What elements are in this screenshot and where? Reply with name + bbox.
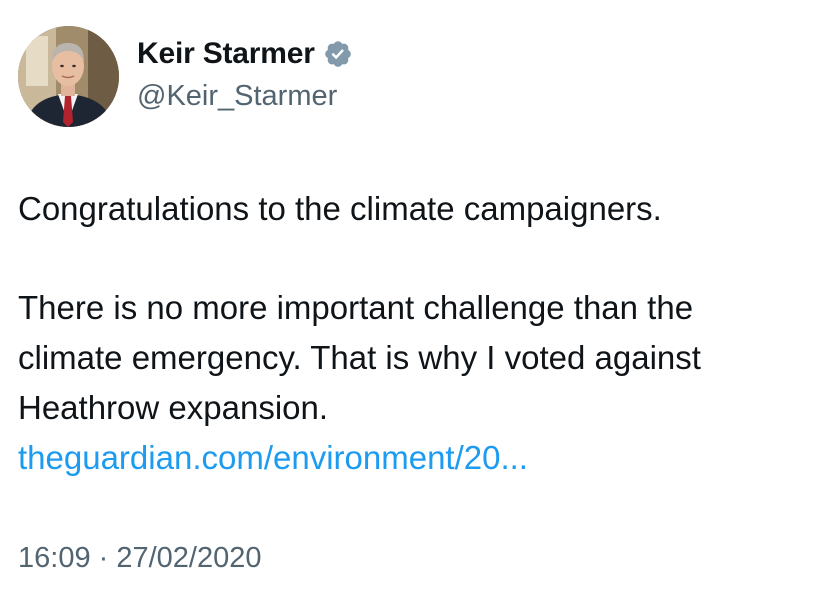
tweet-time[interactable]: 16:09 <box>18 542 91 574</box>
author-name-row[interactable]: Keir Starmer <box>137 36 353 72</box>
avatar[interactable] <box>18 26 119 127</box>
tweet-text: Congratulations to the climate campaigne… <box>18 184 818 483</box>
author-handle[interactable]: @Keir_Starmer <box>137 78 337 114</box>
tweet-date[interactable]: 27/02/2020 <box>116 542 261 574</box>
tweet-paragraph-2-line-1: There is no more important challenge tha… <box>18 289 694 326</box>
tweet-card: Keir Starmer @Keir_Starmer Congratulatio… <box>0 0 828 601</box>
tweet-paragraph-2-line-2: climate emergency. That is why I voted a… <box>18 339 701 376</box>
tweet-paragraph-2-line-3: Heathrow expansion. <box>18 389 329 426</box>
tweet-paragraph-1: Congratulations to the climate campaigne… <box>18 190 662 227</box>
author-display-name[interactable]: Keir Starmer <box>137 36 315 72</box>
timestamp-separator: · <box>90 542 117 574</box>
avatar-photo <box>18 26 119 127</box>
tweet-timestamp[interactable]: 16:09 · 27/02/2020 <box>18 538 262 578</box>
verified-badge-icon[interactable] <box>323 39 353 69</box>
tweet-link[interactable]: theguardian.com/environment/20... <box>18 433 818 483</box>
